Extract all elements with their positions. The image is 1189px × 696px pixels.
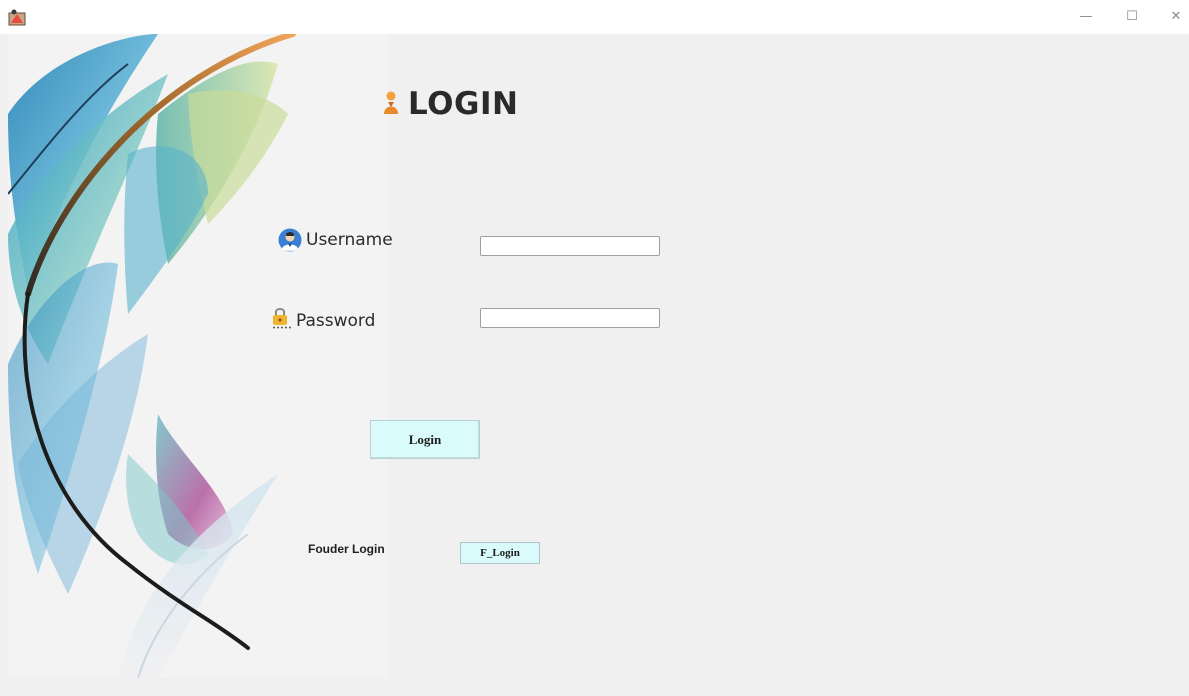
close-button[interactable]: ✕: [1156, 6, 1189, 28]
window-bottom-strip: [0, 678, 1189, 696]
founder-login-label: Fouder Login: [308, 542, 385, 556]
login-button[interactable]: Login: [370, 420, 480, 459]
java-app-icon: [8, 9, 26, 26]
feather-image: [8, 34, 388, 678]
password-label: Password: [296, 311, 376, 331]
user-figure-icon: [384, 91, 398, 114]
password-field[interactable]: [480, 308, 660, 328]
username-field[interactable]: [480, 236, 660, 256]
username-label: Username: [306, 230, 393, 250]
user-avatar-icon: [278, 228, 302, 252]
minimize-button[interactable]: —: [1066, 6, 1106, 28]
page-title: LOGIN: [408, 86, 519, 122]
lock-icon: [273, 308, 291, 329]
founder-login-button[interactable]: F_Login: [460, 542, 540, 564]
maximize-button[interactable]: ☐: [1112, 6, 1152, 28]
window-titlebar: — ☐ ✕: [0, 0, 1189, 34]
